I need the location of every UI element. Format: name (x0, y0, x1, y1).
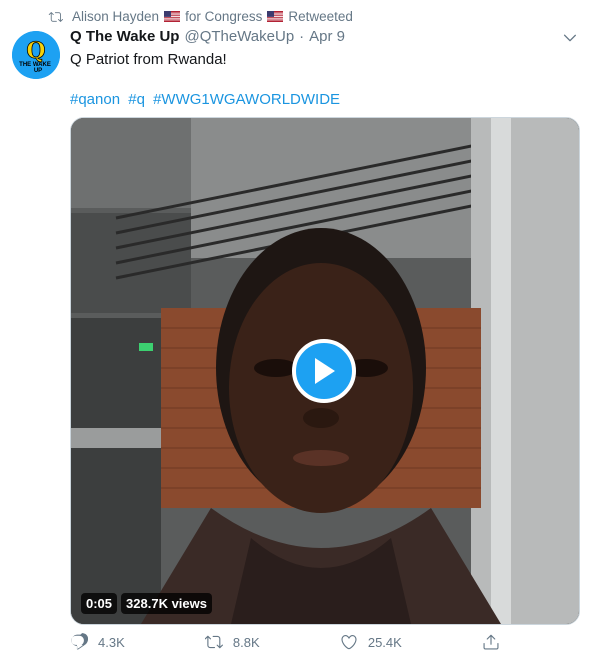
video-duration: 0:05 (81, 593, 118, 614)
like-count: 25.4K (367, 634, 402, 650)
play-icon (315, 358, 335, 384)
share-button[interactable] (482, 633, 510, 651)
retweet-action-label: Retweeted (288, 9, 353, 24)
hashtag-list: #qanon #q #WWG1WGAWORLDWIDE (70, 90, 580, 110)
hashtag-link[interactable]: #WWG1WGAWORLDWIDE (153, 91, 340, 108)
author-handle[interactable]: @QTheWakeUp (184, 28, 294, 45)
q-logo-icon: Q THE WAKE UP (12, 31, 60, 79)
reply-count: 4.3K (98, 634, 125, 650)
author-name[interactable]: Q The Wake Up (70, 28, 179, 45)
separator-dot: · (299, 28, 305, 45)
reply-icon (71, 633, 88, 650)
hashtag-link[interactable]: #qanon (70, 91, 120, 108)
tweet-text: Q Patriot from Rwanda! (70, 51, 227, 68)
tweet[interactable]: Q The Wake Up @QTheWakeUp · Apr 9 Q Patr… (70, 28, 580, 110)
retweeter-title: for Congress (185, 9, 263, 24)
video-player[interactable]: 0:05 328.7K views (70, 117, 580, 625)
tweet-actions: 4.3K 8.8K 25.4K (70, 633, 510, 651)
us-flag-icon (267, 11, 284, 22)
like-button[interactable]: 25.4K (340, 633, 402, 651)
video-views: 328.7K views (121, 593, 212, 614)
retweeter-name[interactable]: Alison Hayden (72, 9, 159, 24)
hashtag-link[interactable]: #q (128, 91, 145, 108)
reply-button[interactable]: 4.3K (70, 633, 125, 651)
retweet-icon (48, 11, 63, 22)
us-flag-icon (164, 11, 181, 22)
retweet-context[interactable]: Alison Hayden for Congress Retweeted (48, 9, 353, 24)
tweet-header: Q The Wake Up @QTheWakeUp · Apr 9 (70, 28, 580, 45)
retweet-icon (204, 635, 223, 649)
retweet-count: 8.8K (232, 634, 260, 650)
heart-icon (341, 635, 357, 650)
share-icon (483, 634, 499, 650)
retweet-button[interactable]: 8.8K (204, 633, 260, 651)
svg-text:Q: Q (26, 38, 45, 64)
chevron-down-icon[interactable] (562, 30, 578, 46)
svg-text:UP: UP (34, 68, 42, 74)
avatar[interactable]: Q THE WAKE UP (12, 31, 60, 79)
tweet-date[interactable]: Apr 9 (309, 28, 345, 45)
play-button[interactable] (292, 339, 356, 403)
video-info: 0:05 328.7K views (81, 593, 212, 614)
